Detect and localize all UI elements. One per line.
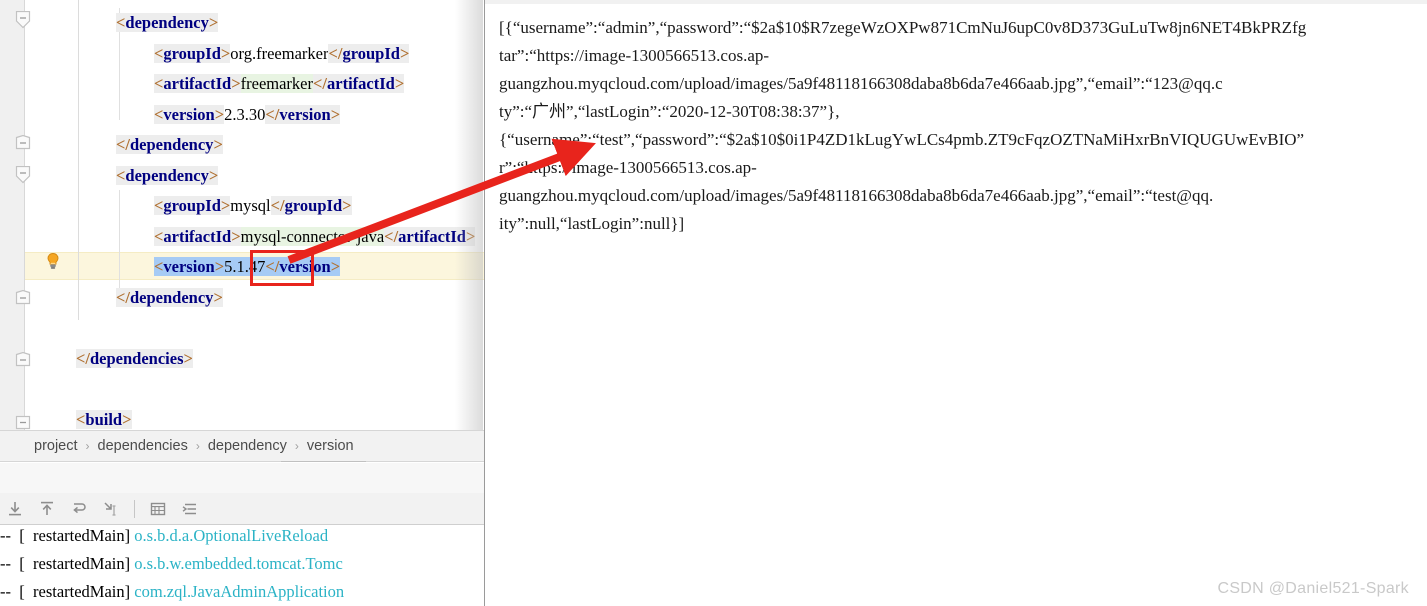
- code-line[interactable]: <groupId>org.freemarker</groupId>: [154, 39, 410, 70]
- log-thread: [ restartedMain]: [19, 554, 135, 573]
- breadcrumb-separator-icon: ›: [294, 439, 299, 453]
- log-dash: --: [0, 582, 20, 601]
- json-line: [{“username”:“admin”,“password”:“$2a$10$…: [499, 18, 1307, 37]
- jump-to-source-icon[interactable]: [96, 496, 126, 522]
- xml-tag: <artifactId>: [154, 74, 241, 93]
- xml-tag: <build>: [76, 409, 132, 429]
- browser-top-strip: [485, 0, 1427, 4]
- xml-text-value: mysql: [230, 196, 271, 215]
- xml-tag: </dependency>: [116, 135, 223, 154]
- run-console-output[interactable]: -- [ restartedMain] o.s.b.d.a.OptionalLi…: [0, 526, 484, 606]
- xml-text-value: freemarker: [240, 74, 313, 93]
- log-dash: --: [0, 526, 20, 545]
- code-line[interactable]: </dependency>: [116, 130, 223, 161]
- browser-json-pane: [{“username”:“admin”,“password”:“$2a$10$…: [484, 0, 1427, 606]
- annotation-red-rectangle: [250, 250, 314, 286]
- xml-tag: <groupId>: [154, 43, 231, 63]
- xml-tag: </version>: [265, 104, 341, 124]
- xml-tag: <dependency>: [116, 165, 219, 185]
- ide-editor-pane: <dependency> <groupId>org.freemarker</gro…: [0, 0, 484, 606]
- xml-tag: <groupId>: [154, 196, 231, 215]
- console-log-line[interactable]: -- [ restartedMain] o.s.b.w.embedded.tom…: [0, 550, 343, 577]
- log-thread: [ restartedMain]: [19, 582, 135, 601]
- scroll-to-end-icon[interactable]: [0, 496, 30, 522]
- code-line[interactable]: <artifactId>mysql-connector-java</artifa…: [154, 222, 476, 253]
- console-log-line[interactable]: -- [ restartedMain] com.zql.JavaAdminApp…: [0, 578, 344, 605]
- code-text-layer[interactable]: <dependency> <groupId>org.freemarker</gro…: [0, 0, 484, 430]
- code-line[interactable]: <artifactId>freemarker</artifactId>: [154, 69, 405, 100]
- json-line: ty”:“广州”,“lastLogin”:“2020-12-30T08:38:3…: [499, 102, 840, 121]
- log-logger-name: o.s.b.d.a.OptionalLiveReload: [134, 526, 329, 545]
- code-line[interactable]: <version>2.3.30</version>: [154, 100, 341, 131]
- json-line: guangzhou.myqcloud.com/upload/images/5a9…: [499, 186, 1214, 205]
- json-line: {“username”:“test”,“password”:“$2a$10$0i…: [499, 130, 1305, 149]
- breadcrumb-item-version[interactable]: version: [307, 438, 354, 454]
- json-line: ity”:null,“lastLogin”:null}]: [499, 214, 685, 233]
- code-line[interactable]: </dependency>: [116, 283, 223, 314]
- xml-tag: </groupId>: [270, 196, 352, 215]
- watermark: CSDN @Daniel521-Spark: [1217, 580, 1409, 597]
- xml-text-value: 2.3.30: [224, 104, 266, 124]
- xml-tag: </dependency>: [116, 287, 223, 307]
- breadcrumb-item-dependencies[interactable]: dependencies: [98, 438, 188, 454]
- code-line[interactable]: </dependencies>: [76, 344, 193, 375]
- log-logger-name: o.s.b.w.embedded.tomcat.Tomc: [134, 554, 343, 573]
- print-icon[interactable]: [143, 496, 173, 522]
- json-response-body: [{“username”:“admin”,“password”:“$2a$10$…: [499, 14, 1427, 238]
- log-thread: [ restartedMain]: [19, 526, 135, 545]
- breadcrumb-underline: [281, 461, 366, 462]
- log-logger-name: com.zql.JavaAdminApplication: [134, 582, 345, 601]
- code-line[interactable]: <build>: [76, 405, 132, 431]
- code-line[interactable]: <dependency>: [116, 161, 219, 192]
- json-line: tar”:“https://image-1300566513.cos.ap-: [499, 46, 770, 65]
- breadcrumb[interactable]: project › dependencies › dependency › ve…: [0, 430, 484, 462]
- xml-tag: <dependency>: [116, 13, 219, 32]
- xml-tag: </artifactId>: [313, 74, 405, 93]
- json-line: guangzhou.myqcloud.com/upload/images/5a9…: [499, 74, 1223, 93]
- console-log-line[interactable]: -- [ restartedMain] o.s.b.d.a.OptionalLi…: [0, 526, 328, 549]
- soft-wrap-icon[interactable]: [64, 496, 94, 522]
- scroll-to-top-icon[interactable]: [32, 496, 62, 522]
- settings-lines-icon[interactable]: [175, 496, 205, 522]
- code-line[interactable]: <dependency>: [116, 8, 219, 39]
- console-toolbar[interactable]: [0, 493, 484, 525]
- panel-gap: [0, 463, 484, 493]
- code-line[interactable]: <groupId>mysql</groupId>: [154, 191, 352, 222]
- xml-tag: </groupId>: [328, 43, 410, 63]
- xml-text-value: mysql-connector-java: [240, 226, 385, 246]
- breadcrumb-separator-icon: ›: [85, 439, 90, 453]
- xml-tag: <artifactId>: [154, 226, 241, 246]
- json-line: r”:“https://image-1300566513.cos.ap-: [499, 158, 757, 177]
- xml-editor[interactable]: <dependency> <groupId>org.freemarker</gro…: [0, 0, 484, 430]
- xml-tag: <version>: [154, 257, 225, 276]
- log-dash: --: [0, 554, 20, 573]
- xml-tag: </dependencies>: [76, 348, 193, 368]
- xml-text-value: org.freemarker: [230, 43, 329, 63]
- breadcrumb-separator-icon: ›: [195, 439, 200, 453]
- xml-tag: <version>: [154, 104, 225, 124]
- breadcrumb-item-dependency[interactable]: dependency: [208, 438, 287, 454]
- xml-tag: </artifactId>: [384, 226, 476, 246]
- breadcrumb-item-project[interactable]: project: [34, 438, 78, 454]
- toolbar-divider: [134, 499, 135, 518]
